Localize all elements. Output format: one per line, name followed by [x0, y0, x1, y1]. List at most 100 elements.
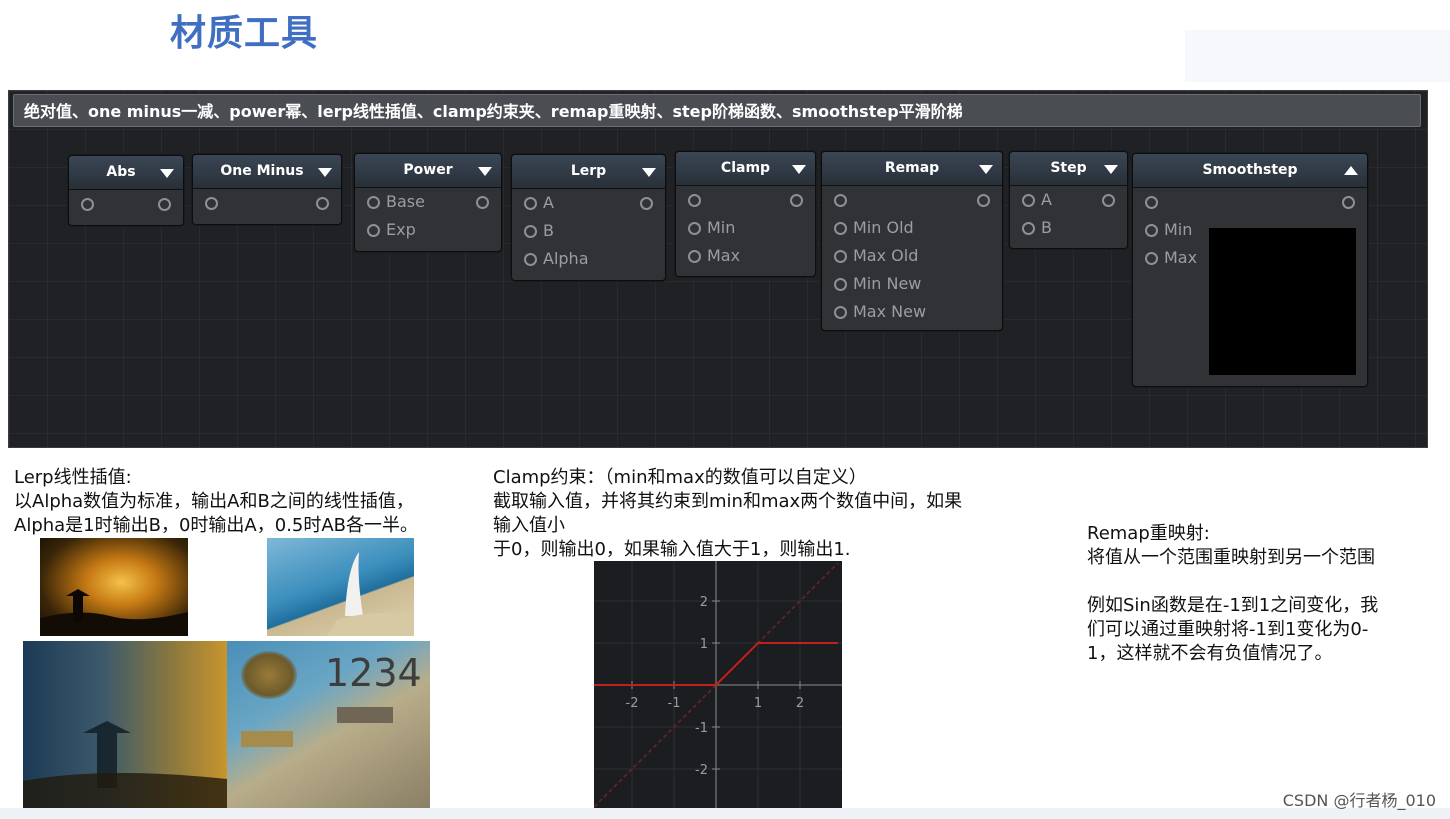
node-one-minus[interactable]: One Minus: [192, 154, 342, 225]
input-port-icon[interactable]: [367, 224, 380, 237]
input-port-icon[interactable]: [834, 194, 847, 207]
node-editor[interactable]: 绝对值、one minus一减、power幂、lerp线性插值、clamp约束夹…: [8, 90, 1428, 448]
port-label: A: [1041, 190, 1052, 209]
port-row: B: [1010, 214, 1127, 242]
port-label: Min: [707, 218, 736, 237]
lerp-note-title: Lerp线性插值:: [14, 467, 132, 488]
collapse-arrow-icon[interactable]: [160, 169, 174, 178]
x-tick-label: 1: [754, 696, 762, 711]
node-power[interactable]: Power Base Exp: [354, 153, 502, 252]
port-row: A: [512, 189, 665, 217]
input-port-icon[interactable]: [524, 225, 537, 238]
node-remap-title: Remap: [884, 160, 940, 176]
expand-arrow-icon[interactable]: [1344, 166, 1358, 175]
port-row: Alpha: [512, 245, 665, 273]
node-remap-header[interactable]: Remap: [822, 152, 1002, 186]
input-port-icon[interactable]: [688, 222, 701, 235]
node-clamp-header[interactable]: Clamp: [676, 152, 815, 186]
lerp-note: Lerp线性插值: 以Alpha数值为标准，输出A和B之间的线性插值， Alph…: [14, 466, 418, 538]
photo-blend-right: 1234: [227, 641, 430, 808]
node-abs-header[interactable]: Abs: [69, 156, 183, 190]
x-tick-label: -1: [668, 696, 681, 711]
input-port-icon[interactable]: [1145, 252, 1158, 265]
input-port-icon[interactable]: [834, 222, 847, 235]
output-port-icon[interactable]: [790, 194, 803, 207]
blend-silhouette: [23, 721, 227, 808]
input-port-icon[interactable]: [688, 250, 701, 263]
node-abs[interactable]: Abs: [68, 155, 184, 226]
input-port-icon[interactable]: [205, 197, 218, 210]
node-remap[interactable]: Remap Min Old Max Old Min New Max New: [821, 151, 1003, 331]
node-smoothstep-title: Smoothstep: [1202, 162, 1298, 178]
collapse-arrow-icon[interactable]: [979, 165, 993, 174]
node-power-header[interactable]: Power: [355, 154, 501, 188]
port-row: Max: [676, 242, 815, 270]
port-row: [822, 186, 1002, 214]
input-port-icon[interactable]: [524, 197, 537, 210]
output-port-icon[interactable]: [316, 197, 329, 210]
node-preview: [1209, 228, 1356, 375]
node-smoothstep-header[interactable]: Smoothstep: [1133, 154, 1367, 188]
remap-note-line: 将值从一个范围重映射到另一个范围: [1087, 547, 1375, 568]
output-port-icon[interactable]: [158, 198, 171, 211]
node-power-title: Power: [403, 162, 453, 178]
clamp-graph-svg: -2 -1 1 2 2 1 -1 -2: [593, 561, 842, 808]
lerp-note-line: Alpha是1时输出B，0时输出A，0.5时AB各一半。: [14, 515, 419, 536]
collapse-arrow-icon[interactable]: [318, 168, 332, 177]
input-port-icon[interactable]: [524, 253, 537, 266]
input-port-icon[interactable]: [834, 306, 847, 319]
output-port-icon[interactable]: [476, 196, 489, 209]
input-port-icon[interactable]: [834, 250, 847, 263]
node-one-minus-header[interactable]: One Minus: [193, 155, 341, 189]
remap-note-line: 1，这样就不会有负值情况了。: [1087, 643, 1333, 664]
port-label: B: [1041, 218, 1052, 237]
port-label: A: [543, 193, 554, 212]
collapse-arrow-icon[interactable]: [642, 168, 656, 177]
y-tick-label: -1: [695, 721, 708, 736]
node-step-header[interactable]: Step: [1010, 152, 1127, 186]
collapse-arrow-icon[interactable]: [792, 165, 806, 174]
node-clamp[interactable]: Clamp Min Max: [675, 151, 816, 277]
input-port-icon[interactable]: [1022, 222, 1035, 235]
overlay-block: [241, 731, 293, 747]
node-smoothstep[interactable]: Smoothstep Min Max: [1132, 153, 1368, 387]
output-port-icon[interactable]: [1342, 196, 1355, 209]
port-label: Alpha: [543, 249, 589, 268]
node-lerp-header[interactable]: Lerp: [512, 155, 665, 189]
editor-header: 绝对值、one minus一减、power幂、lerp线性插值、clamp约束夹…: [13, 94, 1421, 127]
remap-note-line: 们可以通过重映射将-1到1变化为0-: [1087, 619, 1369, 640]
input-port-icon[interactable]: [834, 278, 847, 291]
header-band: [1185, 30, 1450, 82]
node-clamp-title: Clamp: [720, 160, 771, 176]
overlay-block: [337, 707, 393, 723]
port-row: Max New: [822, 298, 1002, 326]
remap-note-line: 例如Sin函数是在-1到1之间变化，我: [1087, 595, 1379, 616]
input-port-icon[interactable]: [688, 194, 701, 207]
node-abs-title: Abs: [106, 164, 136, 180]
output-port-icon[interactable]: [977, 194, 990, 207]
collapse-arrow-icon[interactable]: [1104, 165, 1118, 174]
silhouette-figure: [40, 589, 188, 636]
port-row: Min New: [822, 270, 1002, 298]
port-label: Max: [707, 246, 741, 265]
port-label: Max: [1164, 248, 1198, 267]
collapse-arrow-icon[interactable]: [478, 167, 492, 176]
node-lerp-title: Lerp: [570, 163, 607, 179]
port-row: Exp: [355, 216, 501, 244]
output-port-icon[interactable]: [1102, 194, 1115, 207]
node-step[interactable]: Step A B: [1009, 151, 1128, 249]
node-lerp[interactable]: Lerp A B Alpha: [511, 154, 666, 281]
input-port-icon[interactable]: [81, 198, 94, 211]
port-row: A: [1010, 186, 1127, 214]
port-label: Base: [386, 192, 425, 211]
input-port-icon[interactable]: [367, 196, 380, 209]
input-port-icon[interactable]: [1145, 224, 1158, 237]
input-port-icon[interactable]: [1022, 194, 1035, 207]
slide-title: 材质工具: [170, 13, 319, 54]
clamp-graph: -2 -1 1 2 2 1 -1 -2: [593, 561, 842, 808]
port-label: Max Old: [853, 246, 919, 265]
y-tick-label: 2: [700, 595, 708, 610]
input-port-icon[interactable]: [1145, 196, 1158, 209]
output-port-icon[interactable]: [640, 197, 653, 210]
